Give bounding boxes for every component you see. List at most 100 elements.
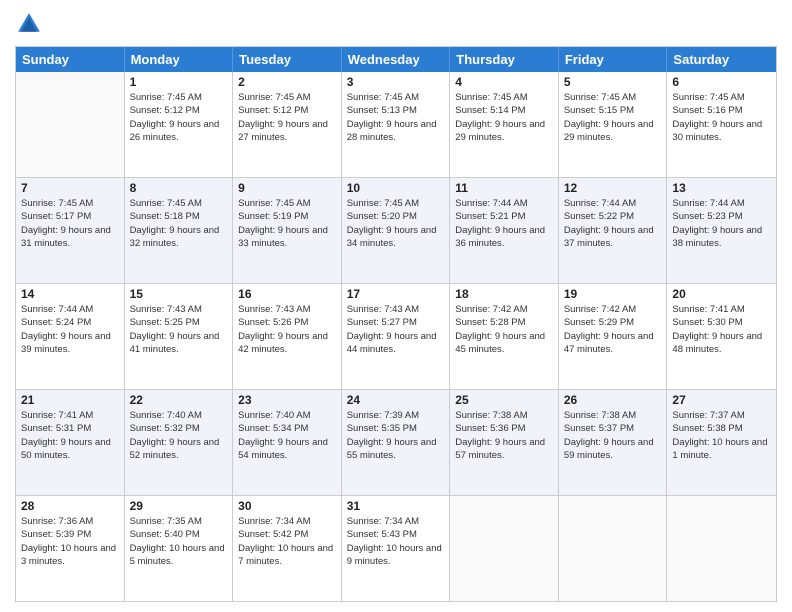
- header-day-wednesday: Wednesday: [342, 47, 451, 72]
- sunrise-text: Sunrise: 7:42 AM: [455, 303, 553, 316]
- day-number: 12: [564, 181, 662, 195]
- sunset-text: Sunset: 5:35 PM: [347, 422, 445, 435]
- sunset-text: Sunset: 5:16 PM: [672, 104, 771, 117]
- sunset-text: Sunset: 5:32 PM: [130, 422, 228, 435]
- day-number: 25: [455, 393, 553, 407]
- sunset-text: Sunset: 5:18 PM: [130, 210, 228, 223]
- sunset-text: Sunset: 5:38 PM: [672, 422, 771, 435]
- day-number: 13: [672, 181, 771, 195]
- sunrise-text: Sunrise: 7:40 AM: [130, 409, 228, 422]
- calendar-cell: [16, 72, 125, 177]
- day-number: 28: [21, 499, 119, 513]
- daylight-text: Daylight: 9 hours and 34 minutes.: [347, 224, 445, 251]
- day-number: 29: [130, 499, 228, 513]
- calendar-cell: 27Sunrise: 7:37 AMSunset: 5:38 PMDayligh…: [667, 390, 776, 495]
- calendar-cell: 22Sunrise: 7:40 AMSunset: 5:32 PMDayligh…: [125, 390, 234, 495]
- calendar-header: SundayMondayTuesdayWednesdayThursdayFrid…: [16, 47, 776, 72]
- day-number: 11: [455, 181, 553, 195]
- calendar-row: 1Sunrise: 7:45 AMSunset: 5:12 PMDaylight…: [16, 72, 776, 177]
- daylight-text: Daylight: 9 hours and 41 minutes.: [130, 330, 228, 357]
- calendar-cell: 30Sunrise: 7:34 AMSunset: 5:42 PMDayligh…: [233, 496, 342, 601]
- sunrise-text: Sunrise: 7:44 AM: [564, 197, 662, 210]
- sunrise-text: Sunrise: 7:45 AM: [130, 197, 228, 210]
- calendar-cell: 15Sunrise: 7:43 AMSunset: 5:25 PMDayligh…: [125, 284, 234, 389]
- header: [15, 10, 777, 38]
- day-number: 15: [130, 287, 228, 301]
- calendar-cell: [667, 496, 776, 601]
- sunset-text: Sunset: 5:40 PM: [130, 528, 228, 541]
- sunrise-text: Sunrise: 7:45 AM: [672, 91, 771, 104]
- sunrise-text: Sunrise: 7:37 AM: [672, 409, 771, 422]
- sunset-text: Sunset: 5:19 PM: [238, 210, 336, 223]
- sunset-text: Sunset: 5:26 PM: [238, 316, 336, 329]
- day-number: 20: [672, 287, 771, 301]
- sunset-text: Sunset: 5:31 PM: [21, 422, 119, 435]
- calendar-cell: 10 Sunrise: 7:45 AMSunset: 5:20 PMDayligh…: [342, 178, 451, 283]
- daylight-text: Daylight: 9 hours and 48 minutes.: [672, 330, 771, 357]
- daylight-text: Daylight: 9 hours and 38 minutes.: [672, 224, 771, 251]
- day-number: 5: [564, 75, 662, 89]
- daylight-text: Daylight: 9 hours and 47 minutes.: [564, 330, 662, 357]
- sunset-text: Sunset: 5:27 PM: [347, 316, 445, 329]
- calendar-row: 21Sunrise: 7:41 AMSunset: 5:31 PMDayligh…: [16, 389, 776, 495]
- sunrise-text: Sunrise: 7:41 AM: [672, 303, 771, 316]
- day-number: 23: [238, 393, 336, 407]
- calendar-cell: 13Sunrise: 7:44 AMSunset: 5:23 PMDayligh…: [667, 178, 776, 283]
- sunset-text: Sunset: 5:42 PM: [238, 528, 336, 541]
- day-number: 6: [672, 75, 771, 89]
- calendar-cell: 29 Sunrise: 7:35 AMSunset: 5:40 PMDayligh…: [125, 496, 234, 601]
- day-number: 24: [347, 393, 445, 407]
- sunrise-text: Sunrise: 7:38 AM: [455, 409, 553, 422]
- daylight-text: Daylight: 9 hours and 29 minutes.: [455, 118, 553, 145]
- day-number: 10: [347, 181, 445, 195]
- day-number: 30: [238, 499, 336, 513]
- calendar-cell: 23 Sunrise: 7:40 AMSunset: 5:34 PMDayligh…: [233, 390, 342, 495]
- calendar-body: 1Sunrise: 7:45 AMSunset: 5:12 PMDaylight…: [16, 72, 776, 601]
- day-number: 7: [21, 181, 119, 195]
- sunrise-text: Sunrise: 7:40 AM: [238, 409, 336, 422]
- header-day-thursday: Thursday: [450, 47, 559, 72]
- sunrise-text: Sunrise: 7:43 AM: [238, 303, 336, 316]
- calendar-cell: 24 Sunrise: 7:39 AMSunset: 5:35 PMDayligh…: [342, 390, 451, 495]
- sunset-text: Sunset: 5:20 PM: [347, 210, 445, 223]
- sunrise-text: Sunrise: 7:35 AM: [130, 515, 228, 528]
- calendar-cell: 31Sunrise: 7:34 AMSunset: 5:43 PMDayligh…: [342, 496, 451, 601]
- day-number: 26: [564, 393, 662, 407]
- header-day-saturday: Saturday: [667, 47, 776, 72]
- calendar-cell: [559, 496, 668, 601]
- calendar-cell: 20Sunrise: 7:41 AMSunset: 5:30 PMDayligh…: [667, 284, 776, 389]
- calendar-cell: 7Sunrise: 7:45 AMSunset: 5:17 PMDaylight…: [16, 178, 125, 283]
- sunset-text: Sunset: 5:12 PM: [130, 104, 228, 117]
- day-number: 4: [455, 75, 553, 89]
- page: SundayMondayTuesdayWednesdayThursdayFrid…: [0, 0, 792, 612]
- sunrise-text: Sunrise: 7:38 AM: [564, 409, 662, 422]
- day-number: 16: [238, 287, 336, 301]
- sunset-text: Sunset: 5:15 PM: [564, 104, 662, 117]
- day-number: 22: [130, 393, 228, 407]
- calendar-row: 14Sunrise: 7:44 AMSunset: 5:24 PMDayligh…: [16, 283, 776, 389]
- sunrise-text: Sunrise: 7:39 AM: [347, 409, 445, 422]
- daylight-text: Daylight: 10 hours and 5 minutes.: [130, 542, 228, 569]
- daylight-text: Daylight: 9 hours and 57 minutes.: [455, 436, 553, 463]
- sunset-text: Sunset: 5:34 PM: [238, 422, 336, 435]
- daylight-text: Daylight: 9 hours and 26 minutes.: [130, 118, 228, 145]
- calendar-cell: 3Sunrise: 7:45 AMSunset: 5:13 PMDaylight…: [342, 72, 451, 177]
- calendar-cell: 9Sunrise: 7:45 AMSunset: 5:19 PMDaylight…: [233, 178, 342, 283]
- day-number: 17: [347, 287, 445, 301]
- daylight-text: Daylight: 9 hours and 42 minutes.: [238, 330, 336, 357]
- sunrise-text: Sunrise: 7:44 AM: [21, 303, 119, 316]
- sunrise-text: Sunrise: 7:44 AM: [672, 197, 771, 210]
- day-number: 31: [347, 499, 445, 513]
- daylight-text: Daylight: 9 hours and 55 minutes.: [347, 436, 445, 463]
- sunrise-text: Sunrise: 7:42 AM: [564, 303, 662, 316]
- calendar-cell: 18Sunrise: 7:42 AMSunset: 5:28 PMDayligh…: [450, 284, 559, 389]
- calendar-cell: 14Sunrise: 7:44 AMSunset: 5:24 PMDayligh…: [16, 284, 125, 389]
- calendar-cell: 2Sunrise: 7:45 AMSunset: 5:12 PMDaylight…: [233, 72, 342, 177]
- calendar-cell: 28Sunrise: 7:36 AMSunset: 5:39 PMDayligh…: [16, 496, 125, 601]
- sunrise-text: Sunrise: 7:45 AM: [347, 197, 445, 210]
- sunrise-text: Sunrise: 7:34 AM: [347, 515, 445, 528]
- calendar-cell: 17Sunrise: 7:43 AMSunset: 5:27 PMDayligh…: [342, 284, 451, 389]
- calendar-cell: 8Sunrise: 7:45 AMSunset: 5:18 PMDaylight…: [125, 178, 234, 283]
- day-number: 18: [455, 287, 553, 301]
- daylight-text: Daylight: 9 hours and 54 minutes.: [238, 436, 336, 463]
